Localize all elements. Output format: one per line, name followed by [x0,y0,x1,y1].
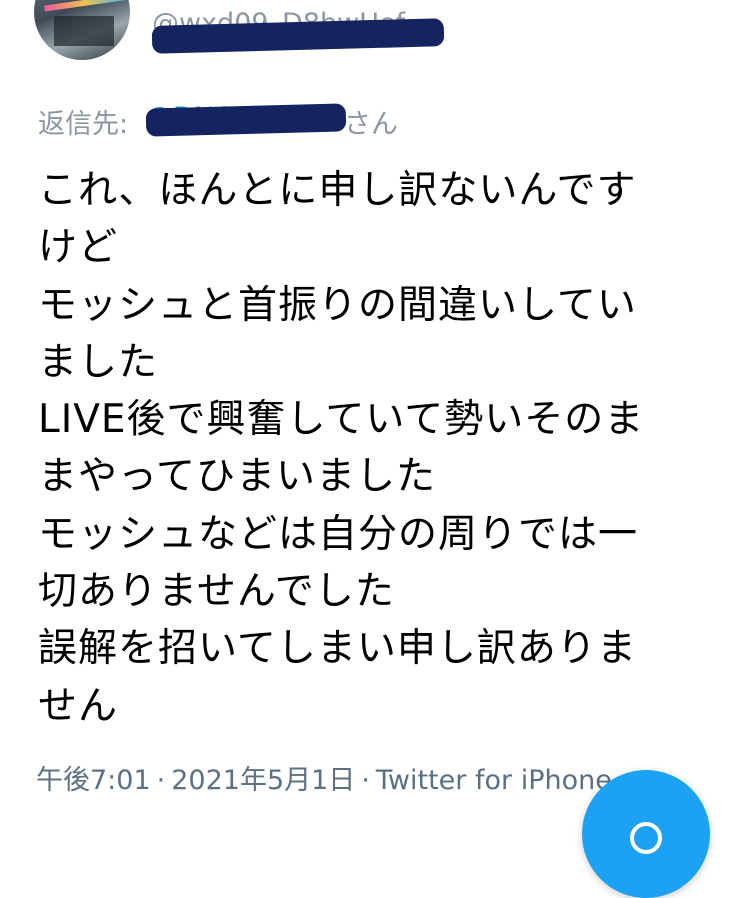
tweet-source[interactable]: Twitter for iPhone [376,765,612,796]
reply-to-suffix: さん [344,109,398,140]
meta-separator: · [361,765,370,796]
redaction-mark [145,103,347,137]
tweet-line: LIVE後で興奮していて勢いそのま [38,397,645,443]
tweet-line: ました [38,339,159,385]
compose-tweet-button[interactable] [582,770,710,898]
tweet-line: けど [38,225,119,271]
tweet-line: モッシュなどは自分の周りでは一 [38,511,639,557]
tweet-line: 誤解を招いてしまい申し訳ありま [38,626,637,672]
reply-to-line: 返信先: @DNC8Gb2PK さん [38,100,458,140]
tweet-line: せん [38,683,119,729]
author-handle-row[interactable]: @wxd09_D8hwUef [150,6,450,54]
avatar-detail [54,16,114,46]
tweet-text: これ、ほんとに申し訳ないんです けど モッシュと首振りの間違いしてい ました L… [38,162,718,735]
tweet-date[interactable]: 2021年5月1日 [171,765,355,796]
avatar-photo-icon [43,0,125,12]
compose-icon [630,822,662,854]
tweet-line: モッシュと首振りの間違いしてい [38,282,637,328]
tweet-line: これ、ほんとに申し訳ないんです [38,168,637,213]
tweet-line: 切ありませんでした [38,569,395,615]
tweet-time[interactable]: 午後7:01 [36,765,151,796]
tweet-meta: 午後7:01 · 2021年5月1日 · Twitter for iPhone [36,758,612,797]
reply-to-prefix: 返信先: [38,109,129,140]
avatar[interactable] [34,0,130,60]
tweet-line: まやってひまいました [38,454,437,500]
meta-separator: · [156,765,166,796]
